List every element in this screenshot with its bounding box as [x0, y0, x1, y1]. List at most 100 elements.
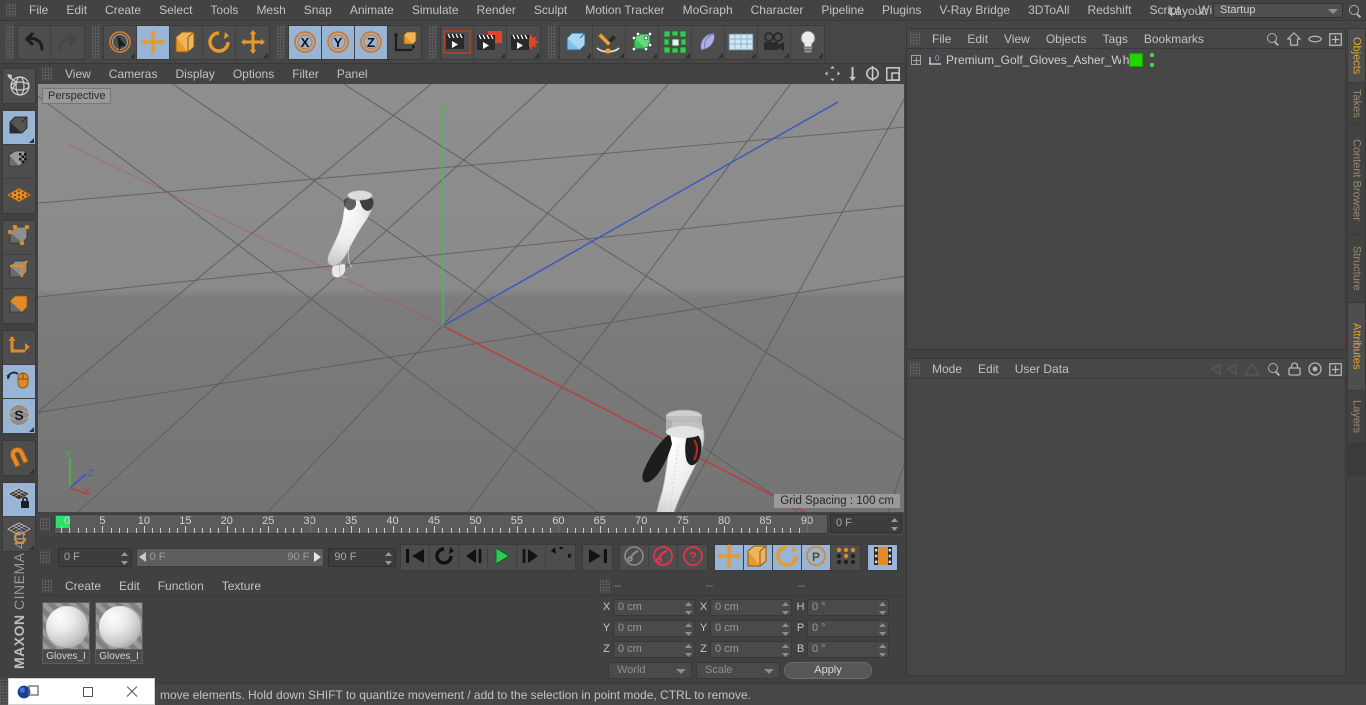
attributes-menu-edit[interactable]: Edit [970, 359, 1007, 379]
spinner-icon[interactable] [385, 552, 392, 565]
right-tab-attributes[interactable]: Attributes [1347, 302, 1366, 390]
menu-redshift[interactable]: Redshift [1078, 0, 1140, 21]
edges-mode-button[interactable] [3, 255, 35, 289]
objects-menu-objects[interactable]: Objects [1038, 29, 1095, 49]
keyframe-selection-button[interactable]: ? [678, 545, 707, 570]
objects-menu-edit[interactable]: Edit [959, 29, 996, 49]
preview-range-slider[interactable]: 0 F 90 F [136, 548, 325, 567]
texture-mode-button[interactable] [3, 145, 35, 179]
material-item[interactable]: Gloves_I [42, 602, 90, 664]
step-forward-button[interactable] [517, 545, 546, 570]
render-settings-button[interactable] [507, 26, 540, 59]
submenu-corner-icon[interactable] [619, 53, 624, 58]
coord-field-x-0[interactable]: 0 cm [613, 599, 695, 616]
right-tab-takes[interactable]: Takes [1347, 82, 1366, 124]
spinner-icon[interactable] [879, 644, 886, 657]
enable-axis-button[interactable] [3, 365, 35, 399]
right-tab-objects[interactable]: Objects [1347, 28, 1366, 82]
search-icon[interactable] [1266, 32, 1280, 46]
make-editable-button[interactable] [3, 69, 35, 103]
menu-animate[interactable]: Animate [341, 0, 403, 21]
spinner-icon[interactable] [685, 623, 692, 636]
plus-box-icon[interactable] [1329, 363, 1342, 376]
menu-file[interactable]: File [20, 0, 57, 21]
material-tag-icon[interactable] [1129, 53, 1143, 67]
menu-simulate[interactable]: Simulate [403, 0, 468, 21]
play-reverse-loop-button[interactable] [430, 545, 459, 570]
plus-box-icon[interactable] [1329, 33, 1342, 46]
c4d-logo-icon[interactable] [17, 684, 39, 700]
range-right-arrow-icon[interactable] [314, 552, 321, 562]
material-item[interactable]: Gloves_I [95, 602, 143, 664]
rotate-icon[interactable] [865, 66, 880, 81]
submenu-corner-icon[interactable] [652, 53, 657, 58]
rotation-key-button[interactable] [773, 545, 802, 570]
material-menu-texture[interactable]: Texture [213, 576, 270, 596]
restore-icon[interactable] [83, 687, 93, 697]
material-menu-edit[interactable]: Edit [110, 576, 149, 596]
menu-edit[interactable]: Edit [57, 0, 96, 21]
render-to-picture-viewer-button[interactable] [474, 26, 507, 59]
spinner-icon[interactable] [121, 552, 128, 565]
add-cube-button[interactable] [560, 26, 593, 59]
spinner-icon[interactable] [782, 644, 789, 657]
viewport-menu-view[interactable]: View [56, 64, 100, 84]
spinner-icon[interactable] [685, 602, 692, 615]
coord-field-z-0[interactable]: 0 cm [613, 641, 695, 658]
rotate-tool[interactable] [203, 26, 236, 59]
soft-selection-button[interactable]: S [3, 399, 35, 433]
objects-menu-tags[interactable]: Tags [1095, 29, 1136, 49]
undo-button[interactable] [18, 26, 51, 59]
submenu-corner-icon[interactable] [818, 53, 823, 58]
max-frame-field[interactable]: 90 F [328, 548, 396, 567]
lock-z-axis-button[interactable]: Z [355, 26, 388, 59]
target-icon[interactable] [1308, 362, 1322, 376]
submenu-corner-icon[interactable] [718, 53, 723, 58]
attributes-menu-mode[interactable]: Mode [924, 359, 970, 379]
move-tool[interactable] [137, 26, 170, 59]
menu-3dtoall[interactable]: 3DToAll [1019, 0, 1078, 21]
coord-field-y-0[interactable]: 0 cm [613, 620, 695, 637]
menu-mograph[interactable]: MoGraph [674, 0, 742, 21]
object-axis-button[interactable] [3, 331, 35, 365]
play-button[interactable] [488, 545, 517, 570]
point-level-animation-button[interactable] [831, 545, 860, 570]
viewport-menu-cameras[interactable]: Cameras [100, 64, 167, 84]
coordinate-system-dropdown[interactable]: World [608, 662, 692, 679]
submenu-corner-icon[interactable] [29, 427, 34, 432]
coordinate-mode-dropdown[interactable]: Scale [696, 662, 780, 679]
world-object-coordinate-button[interactable] [388, 26, 421, 59]
search-icon[interactable] [1348, 4, 1362, 18]
scale-tool[interactable] [170, 26, 203, 59]
range-left-arrow-icon[interactable] [139, 552, 146, 562]
add-array-button[interactable] [659, 26, 692, 59]
submenu-corner-icon[interactable] [586, 53, 591, 58]
maximize-icon[interactable] [886, 67, 900, 81]
polygon-grid-button[interactable] [3, 179, 35, 213]
material-preview-thumbnail[interactable] [95, 602, 143, 650]
position-key-button[interactable] [715, 545, 744, 570]
submenu-corner-icon[interactable] [29, 138, 34, 143]
spinner-icon[interactable] [782, 602, 789, 615]
menu-motion-tracker[interactable]: Motion Tracker [576, 0, 673, 21]
viewport-menu-panel[interactable]: Panel [328, 64, 377, 84]
submenu-corner-icon[interactable] [263, 53, 268, 58]
objects-menu-view[interactable]: View [996, 29, 1038, 49]
expand-toggle-icon[interactable] [911, 55, 921, 65]
menu-snap[interactable]: Snap [295, 0, 341, 21]
step-back-button[interactable] [459, 545, 488, 570]
ellipse-icon[interactable] [1308, 34, 1322, 44]
submenu-corner-icon[interactable] [500, 53, 505, 58]
menu-tools[interactable]: Tools [201, 0, 247, 21]
submenu-corner-icon[interactable] [534, 53, 539, 58]
magnet-button[interactable] [3, 441, 35, 475]
spinner-icon[interactable] [879, 623, 886, 636]
viewport-menu-filter[interactable]: Filter [283, 64, 328, 84]
model-mode-button[interactable] [3, 111, 35, 145]
live-selection-tool[interactable] [104, 26, 137, 59]
close-icon[interactable] [125, 685, 139, 699]
viewport-3d-canvas[interactable]: Perspective Grid Spacing : 100 cm Y Z X [38, 84, 904, 512]
lock-y-axis-button[interactable]: Y [322, 26, 355, 59]
up-arrow-icon[interactable] [1244, 363, 1260, 376]
timeline-frame-field[interactable]: 0 F [830, 514, 902, 533]
